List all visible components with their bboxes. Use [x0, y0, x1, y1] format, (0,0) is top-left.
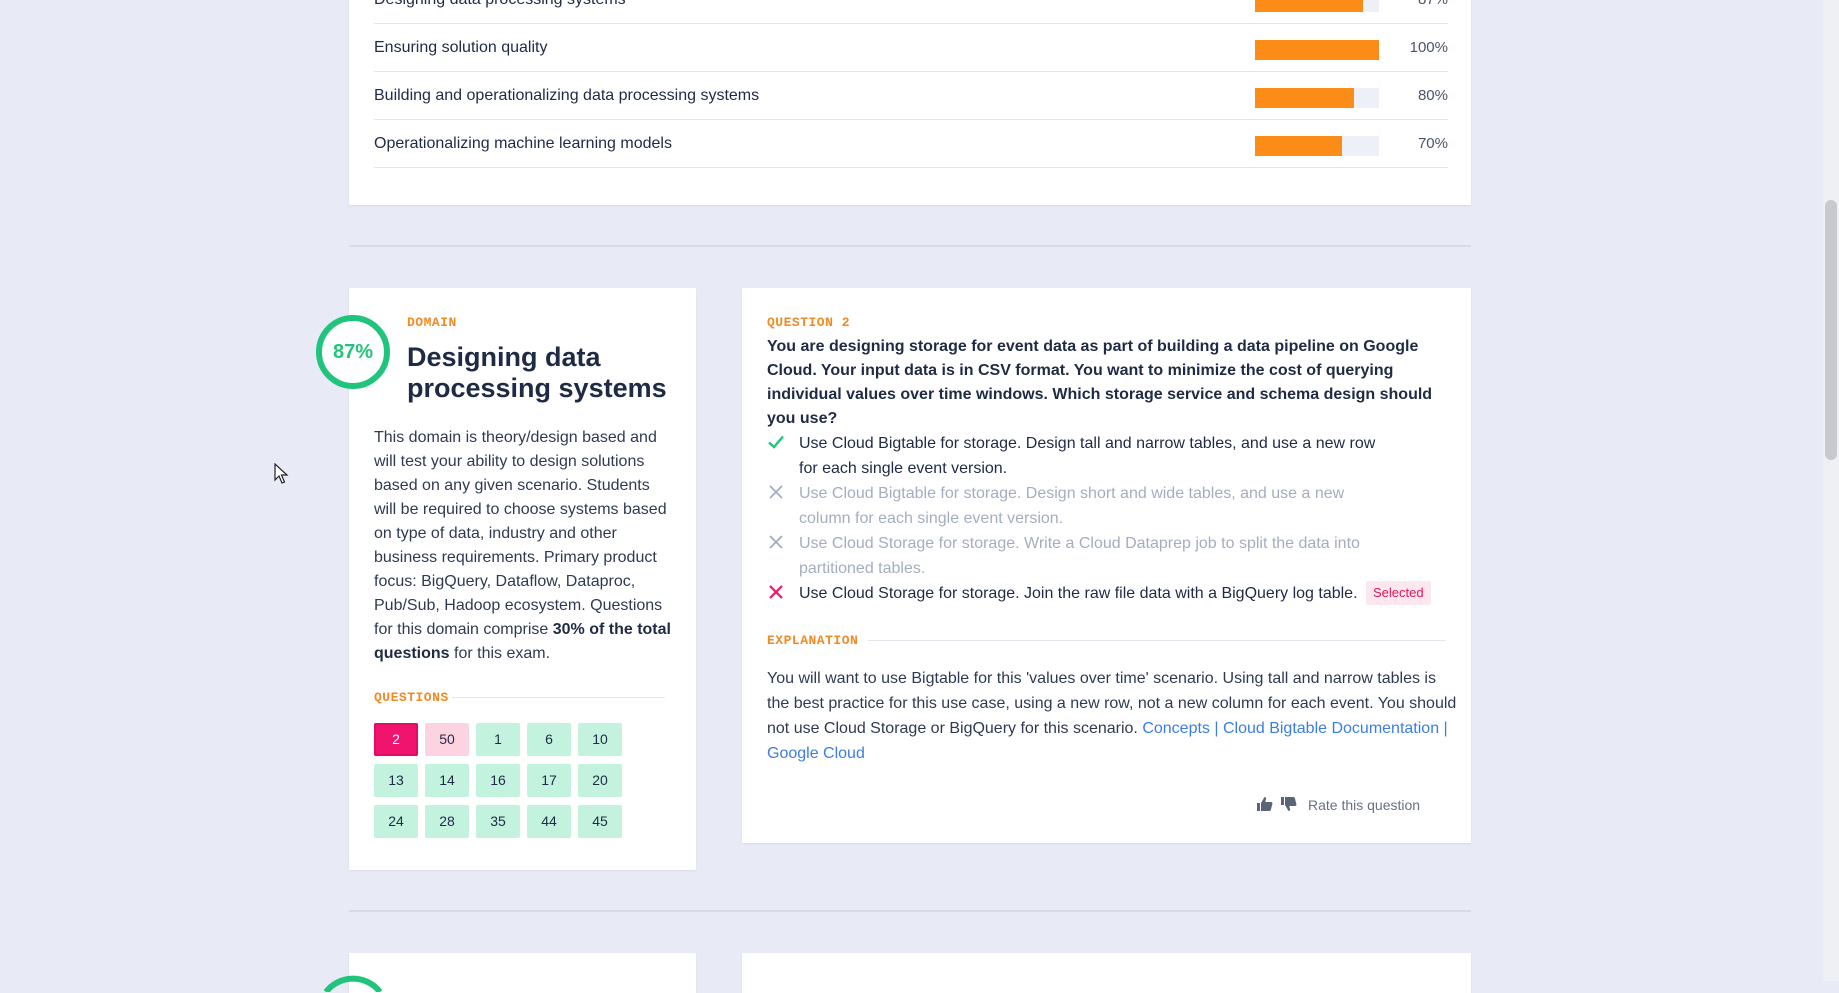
- domain-description-text: This domain is theory/design based and w…: [374, 429, 667, 638]
- domain-score: 87%: [332, 341, 374, 363]
- summary-row-percent: 100%: [1409, 39, 1448, 56]
- summary-progress-bar: [1255, 88, 1379, 108]
- section-divider: [349, 245, 1471, 247]
- questions-heading-line: [452, 697, 665, 698]
- answer-text: Use Cloud Bigtable for storage. Design s…: [799, 485, 1345, 527]
- rate-question-label: Rate this question: [1308, 797, 1421, 813]
- question-kicker: QUESTION 2: [767, 315, 851, 330]
- summary-row-label: Ensuring solution quality: [374, 39, 548, 56]
- mouse-cursor-icon: [274, 463, 289, 484]
- question-chip[interactable]: 20: [578, 764, 622, 797]
- domain-summary-card: Designing data processing systems 87% En…: [349, 0, 1471, 205]
- question-chip[interactable]: 24: [374, 805, 418, 838]
- selected-badge: Selected: [1366, 581, 1431, 605]
- answer-option: Use Cloud Bigtable for storage. Design t…: [767, 431, 1387, 481]
- domain-title: Designing data processing systems: [407, 342, 667, 403]
- question-chip[interactable]: 45: [578, 805, 622, 838]
- question-chip[interactable]: 10: [578, 723, 622, 756]
- summary-progress-fill: [1255, 0, 1363, 12]
- questions-heading: QUESTIONS: [374, 690, 449, 705]
- explanation-heading-line: [868, 640, 1446, 641]
- explanation-heading: EXPLANATION: [767, 633, 859, 648]
- answer-option: Use Cloud Storage for storage. Join the …: [767, 581, 1387, 606]
- explanation: You will want to use Bigtable for this '…: [767, 666, 1457, 766]
- summary-row-percent: 87%: [1418, 0, 1448, 24]
- question-chip[interactable]: 50: [425, 723, 469, 756]
- x-icon: [769, 485, 783, 499]
- summary-row-label: Designing data processing systems: [374, 0, 626, 24]
- answer-option: Use Cloud Bigtable for storage. Design s…: [767, 481, 1387, 531]
- x-icon: [769, 535, 783, 549]
- question-chip[interactable]: 35: [476, 805, 520, 838]
- question-chip[interactable]: 6: [527, 723, 571, 756]
- question-chip[interactable]: 16: [476, 764, 520, 797]
- answer-text: Use Cloud Bigtable for storage. Design t…: [799, 435, 1376, 477]
- question-chip[interactable]: 17: [527, 764, 571, 797]
- summary-row-label: Building and operationalizing data proce…: [374, 87, 760, 104]
- answer-option: Use Cloud Storage for storage. Write a C…: [767, 531, 1387, 581]
- next-domain-card: [349, 953, 696, 993]
- question-chip[interactable]: 44: [527, 805, 571, 838]
- thumbs-up-icon[interactable]: [1256, 795, 1274, 813]
- thumbs-down-icon[interactable]: [1280, 795, 1298, 813]
- answer-text: Use Cloud Storage for storage. Write a C…: [799, 535, 1360, 577]
- section-divider: [349, 910, 1471, 912]
- answer-text: Use Cloud Storage for storage. Join the …: [799, 585, 1358, 602]
- summary-row: Operationalizing machine learning models…: [374, 120, 1448, 168]
- domain-description-tail: for this exam.: [449, 645, 551, 662]
- summary-progress-fill: [1255, 88, 1355, 108]
- domain-description: This domain is theory/design based and w…: [374, 426, 674, 666]
- summary-row-percent: 80%: [1417, 87, 1448, 104]
- summary-row-label: Operationalizing machine learning models: [374, 135, 672, 152]
- page-scrollbar[interactable]: [1823, 0, 1839, 981]
- summary-progress-fill: [1255, 40, 1379, 60]
- question-chip[interactable]: 1: [476, 723, 520, 756]
- next-question-card: [742, 953, 1471, 993]
- x-icon: [769, 585, 783, 599]
- summary-row: Building and operationalizing data proce…: [374, 72, 1448, 120]
- summary-row: Ensuring solution quality 100%: [374, 24, 1448, 72]
- question-chip[interactable]: 28: [425, 805, 469, 838]
- summary-row: Designing data processing systems 87%: [374, 0, 1448, 24]
- summary-row-percent: 70%: [1417, 135, 1448, 152]
- summary-progress-bar: [1255, 136, 1379, 156]
- domain-kicker: DOMAIN: [407, 315, 457, 330]
- summary-progress-fill: [1255, 136, 1342, 156]
- scrollbar-thumb[interactable]: [1825, 200, 1837, 460]
- question-chip[interactable]: 2: [374, 723, 418, 756]
- check-icon: [768, 435, 784, 449]
- score-ring-icon: [323, 975, 383, 992]
- question-chip[interactable]: 13: [374, 764, 418, 797]
- summary-progress-bar: [1255, 40, 1379, 60]
- question-chip[interactable]: 14: [425, 764, 469, 797]
- summary-progress-bar: [1255, 0, 1379, 12]
- question-text: You are designing storage for event data…: [767, 338, 1433, 427]
